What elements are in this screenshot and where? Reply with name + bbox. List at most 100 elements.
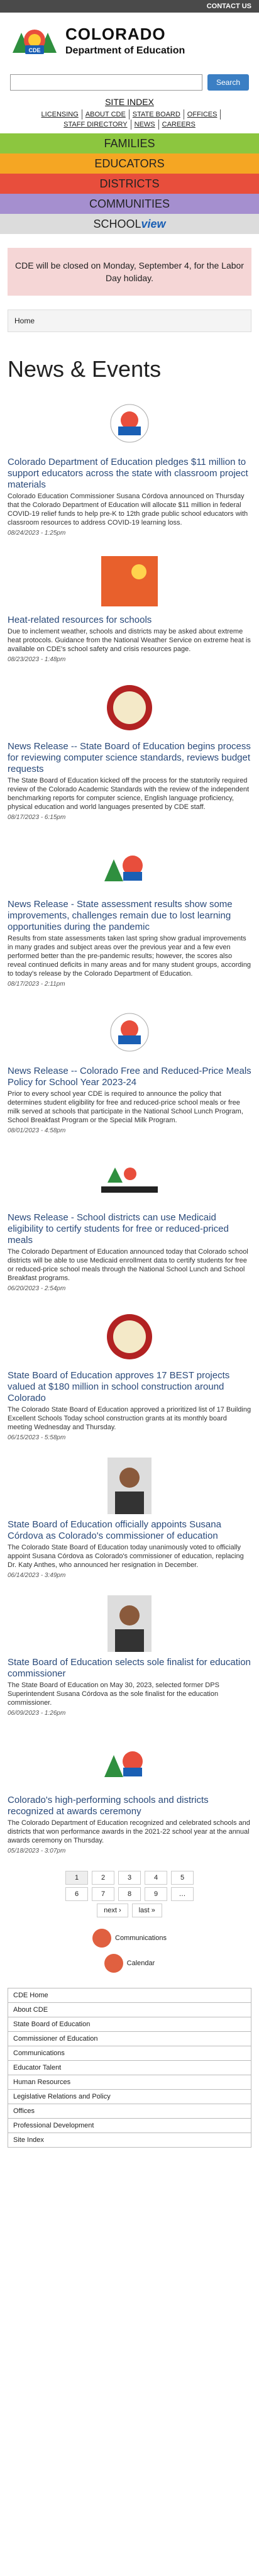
news-title[interactable]: Heat-related resources for schools <box>8 615 251 626</box>
about-cde-link[interactable]: ABOUT CDE <box>82 109 130 120</box>
closure-alert: CDE will be closed on Monday, September … <box>8 248 251 296</box>
news-date: 08/24/2023 - 1:25pm <box>8 530 66 537</box>
page-7[interactable]: 7 <box>92 1887 114 1901</box>
search-bar: Search <box>0 63 259 94</box>
cde-logo-thumbnail-icon <box>92 1733 167 1790</box>
nav-districts[interactable]: DISTRICTS <box>0 174 259 194</box>
news-summary: The Colorado State Board of Education to… <box>8 1544 244 1569</box>
heat-image-icon <box>92 553 167 610</box>
news-summary: Results from state assessments taken las… <box>8 935 251 978</box>
logo-title: COLORADO <box>65 24 166 43</box>
licensing-link[interactable]: LICENSING <box>38 109 82 120</box>
cde-logo-thumbnail-icon <box>92 1004 167 1061</box>
calendar-link[interactable]: Calendar <box>0 1954 259 1973</box>
page-5[interactable]: 5 <box>171 1871 194 1885</box>
news-date: 06/14/2023 - 3:49pm <box>8 1572 66 1579</box>
svg-text:CDE: CDE <box>28 47 40 53</box>
schoolview-label-b: view <box>141 217 166 230</box>
offices-link[interactable]: OFFICES <box>184 109 221 120</box>
footer-link[interactable]: Human Resources <box>8 2075 251 2090</box>
cde-logo-thumbnail-icon <box>92 837 167 894</box>
news-title[interactable]: Colorado Department of Education pledges… <box>8 457 251 491</box>
news-title[interactable]: News Release - State assessment results … <box>8 899 251 933</box>
search-input[interactable] <box>10 74 202 91</box>
news-summary: The State Board of Education on May 30, … <box>8 1681 219 1707</box>
nav-communities[interactable]: COMMUNITIES <box>0 194 259 214</box>
news-summary: Colorado Education Commissioner Susana C… <box>8 493 248 527</box>
contact-us-link[interactable]: CONTACT US <box>207 3 251 10</box>
news-item: News Release -- Colorado Free and Reduce… <box>8 1004 251 1134</box>
news-title[interactable]: News Release - School districts can use … <box>8 1212 251 1246</box>
footer-link[interactable]: Educator Talent <box>8 2061 251 2075</box>
footer-link[interactable]: Offices <box>8 2104 251 2119</box>
news-title[interactable]: State Board of Education officially appo… <box>8 1519 251 1542</box>
news-item: News Release -- State Board of Education… <box>8 679 251 821</box>
page-ellipsis: … <box>171 1887 194 1901</box>
footer-link[interactable]: CDE Home <box>8 1988 251 2003</box>
news-item: State Board of Education approves 17 BES… <box>8 1308 251 1441</box>
news-summary: Prior to every school year CDE is requir… <box>8 1090 243 1124</box>
breadcrumb-home[interactable]: Home <box>14 316 35 325</box>
communications-link[interactable]: Communications <box>0 1929 259 1948</box>
nav-families[interactable]: FAMILIES <box>0 133 259 153</box>
footer-link[interactable]: Legislative Relations and Policy <box>8 2090 251 2104</box>
page-1[interactable]: 1 <box>65 1871 88 1885</box>
footer-link[interactable]: Professional Development <box>8 2119 251 2133</box>
news-list: Colorado Department of Education pledges… <box>8 395 251 1854</box>
page-6[interactable]: 6 <box>65 1887 88 1901</box>
next-page-link[interactable]: next › <box>97 1904 128 1917</box>
page-9[interactable]: 9 <box>145 1887 167 1901</box>
page-3[interactable]: 3 <box>118 1871 141 1885</box>
news-item: State Board of Education officially appo… <box>8 1458 251 1579</box>
news-date: 05/18/2023 - 3:07pm <box>8 1848 66 1854</box>
top-bar: CONTACT US <box>0 0 259 13</box>
news-title[interactable]: News Release -- State Board of Education… <box>8 741 251 775</box>
calendar-label: Calendar <box>126 1959 155 1967</box>
news-title[interactable]: News Release -- Colorado Free and Reduce… <box>8 1066 251 1088</box>
nav-schoolview[interactable]: SCHOOL view <box>0 214 259 234</box>
news-item: News Release - School districts can use … <box>8 1151 251 1292</box>
news-item: Colorado Department of Education pledges… <box>8 395 251 537</box>
cde-wordmark-icon <box>92 1151 167 1207</box>
news-summary: Due to inclement weather, schools and di… <box>8 628 251 653</box>
page-title: News & Events <box>8 356 162 382</box>
site-logo[interactable]: CDE COLORADO Department of Education <box>0 13 259 63</box>
news-title[interactable]: State Board of Education approves 17 BES… <box>8 1370 251 1404</box>
state-seal-icon <box>92 1308 167 1365</box>
cde-logo-thumbnail-icon <box>92 395 167 452</box>
footer-link[interactable]: State Board of Education <box>8 2017 251 2032</box>
careers-link[interactable]: CAREERS <box>159 120 199 130</box>
news-title[interactable]: State Board of Education selects sole fi… <box>8 1657 251 1680</box>
news-link[interactable]: NEWS <box>131 120 159 130</box>
news-date: 08/01/2023 - 4:58pm <box>8 1127 66 1134</box>
news-date: 06/15/2023 - 5:58pm <box>8 1434 66 1441</box>
communications-label: Communications <box>115 1934 167 1942</box>
portrait-photo-icon <box>92 1458 167 1514</box>
nav-educators[interactable]: EDUCATORS <box>0 153 259 174</box>
news-title[interactable]: Colorado's high-performing schools and d… <box>8 1795 251 1817</box>
communications-icon <box>92 1929 112 1948</box>
news-date: 08/23/2023 - 1:48pm <box>8 656 66 663</box>
misc-links: Communications Calendar <box>0 1929 259 1973</box>
news-summary: The Colorado Department of Education rec… <box>8 1819 250 1844</box>
news-item: Colorado's high-performing schools and d… <box>8 1733 251 1854</box>
footer-link[interactable]: Communications <box>8 2046 251 2061</box>
site-index-link[interactable]: SITE INDEX <box>0 97 259 107</box>
logo-subtitle: Department of Education <box>65 45 185 56</box>
news-item: State Board of Education selects sole fi… <box>8 1595 251 1717</box>
footer-link[interactable]: Commissioner of Education <box>8 2032 251 2046</box>
news-summary: The State Board of Education kicked off … <box>8 777 250 811</box>
breadcrumb: Home <box>8 309 251 332</box>
page-4[interactable]: 4 <box>145 1871 167 1885</box>
utility-links: LICENSING ABOUT CDE STATE BOARD OFFICES … <box>0 109 259 130</box>
news-item: News Release - State assessment results … <box>8 837 251 988</box>
last-page-link[interactable]: last » <box>131 1904 162 1917</box>
staff-directory-link[interactable]: STAFF DIRECTORY <box>60 120 131 130</box>
page-2[interactable]: 2 <box>92 1871 114 1885</box>
footer-links: CDE Home About CDE State Board of Educat… <box>8 1988 251 2148</box>
footer-link[interactable]: Site Index <box>8 2133 251 2148</box>
state-board-link[interactable]: STATE BOARD <box>130 109 184 120</box>
footer-link[interactable]: About CDE <box>8 2003 251 2017</box>
page-8[interactable]: 8 <box>118 1887 141 1901</box>
search-button[interactable]: Search <box>207 74 249 91</box>
